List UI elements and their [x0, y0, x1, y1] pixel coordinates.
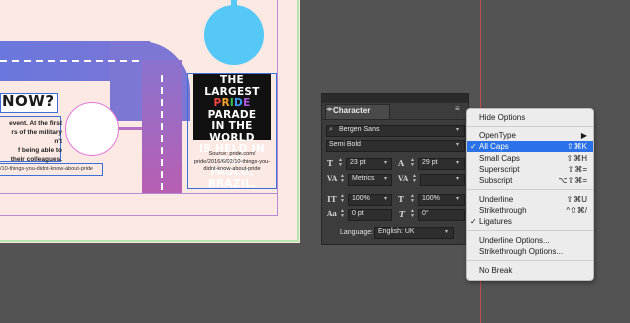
chevron-down-icon[interactable]: ▾	[384, 194, 387, 204]
vertical-scale-icon: IT	[327, 194, 337, 204]
leading-icon: A	[398, 158, 405, 168]
chevron-down-icon[interactable]: ▾	[384, 174, 387, 184]
panel-flyout-menu[interactable]: Hide Options OpenType ▶ ✓ All Caps ⇧⌘K Smal…	[466, 108, 594, 281]
page-edge	[0, 0, 299, 242]
panel-drag-bar[interactable]	[322, 94, 468, 103]
checkmark-icon: ✓	[470, 217, 477, 226]
chevron-down-icon[interactable]: ▾	[456, 125, 459, 135]
vertical-scale-stepper[interactable]: ▲ ▼	[340, 194, 345, 204]
menu-item-all-caps[interactable]: ✓ All Caps ⇧⌘K	[467, 141, 593, 152]
chevron-down-icon[interactable]: ▾	[456, 140, 459, 150]
menu-item-hide-options[interactable]: Hide Options	[467, 112, 593, 123]
checkmark-icon: ✓	[470, 142, 477, 151]
menu-separator	[467, 126, 593, 127]
font-style-value: Semi Bold	[329, 141, 361, 148]
chevron-down-icon[interactable]: ▾	[456, 194, 459, 204]
kerning-value: Metrics	[352, 175, 375, 182]
chevron-down-icon[interactable]: ▾	[445, 227, 448, 237]
horizontal-scale-stepper[interactable]: ▲ ▼	[410, 194, 415, 204]
tracking-stepper[interactable]: ▲ ▼	[412, 174, 417, 184]
menu-item-subscript[interactable]: Subscript ⌥⇧⌘=	[467, 175, 593, 186]
menu-item-superscript[interactable]: Superscript ⇧⌘=	[467, 164, 593, 175]
language-label: Language:	[340, 229, 374, 236]
menu-item-opentype[interactable]: OpenType ▶	[467, 130, 593, 141]
menu-item-ligatures[interactable]: ✓ Ligatures	[467, 216, 593, 227]
baseline-shift-stepper[interactable]: ▲ ▼	[340, 209, 345, 219]
skew-stepper[interactable]: ▲ ▼	[410, 209, 415, 219]
chevron-down-icon[interactable]: ▾	[456, 158, 459, 168]
menu-separator	[467, 230, 593, 231]
menu-item-small-caps[interactable]: Small Caps ⇧⌘H	[467, 153, 593, 164]
chevron-down-icon[interactable]: ▾	[456, 174, 459, 184]
collapse-icon[interactable]: ◂▸	[326, 105, 333, 113]
vertical-scale-value: 100%	[352, 195, 370, 202]
baseline-shift-value: 0 pt	[352, 210, 364, 217]
menu-item-no-break[interactable]: No Break	[467, 265, 593, 276]
skew-value: 0°	[422, 210, 429, 217]
horizontal-scale-icon: T	[398, 194, 404, 204]
chevron-down-icon[interactable]: ▾	[384, 158, 387, 168]
panel-title: Character	[333, 106, 371, 115]
menu-item-strikethrough-options[interactable]: Strikethrough Options...	[467, 246, 593, 257]
kerning-stepper[interactable]: ▲ ▼	[340, 174, 345, 184]
font-size-icon: T	[327, 158, 333, 168]
tracking-icon: VA	[398, 174, 409, 183]
font-family-value: Bergen Sans	[339, 126, 380, 133]
menu-separator	[467, 260, 593, 261]
search-icon: ⌕	[329, 126, 333, 133]
character-panel[interactable]: ◂▸ Character ≡ ⌕ Bergen Sans ▾ Semi Bold…	[321, 93, 469, 245]
skew-icon: T	[399, 209, 405, 219]
menu-item-underline-options[interactable]: Underline Options...	[467, 235, 593, 246]
leading-stepper[interactable]: ▲ ▼	[410, 158, 415, 168]
artboard[interactable]: NOW? event. At the first rs of the milit…	[0, 0, 300, 243]
tab-divider	[322, 119, 468, 120]
menu-item-strikethrough[interactable]: Strikethrough ^⇧⌘/	[467, 205, 593, 216]
panel-menu-icon[interactable]: ≡	[455, 105, 464, 113]
horizontal-scale-value: 100%	[422, 195, 440, 202]
kerning-icon: VA	[327, 174, 338, 183]
submenu-arrow-icon: ▶	[580, 131, 587, 140]
leading-value: 29 pt	[422, 159, 438, 166]
font-size-stepper[interactable]: ▲ ▼	[338, 158, 343, 168]
font-size-value: 23 pt	[350, 159, 366, 166]
menu-separator	[467, 189, 593, 190]
language-value: English: UK	[378, 228, 415, 235]
baseline-shift-icon: Aa	[327, 209, 337, 218]
menu-item-underline[interactable]: Underline ⇧⌘U	[467, 194, 593, 205]
